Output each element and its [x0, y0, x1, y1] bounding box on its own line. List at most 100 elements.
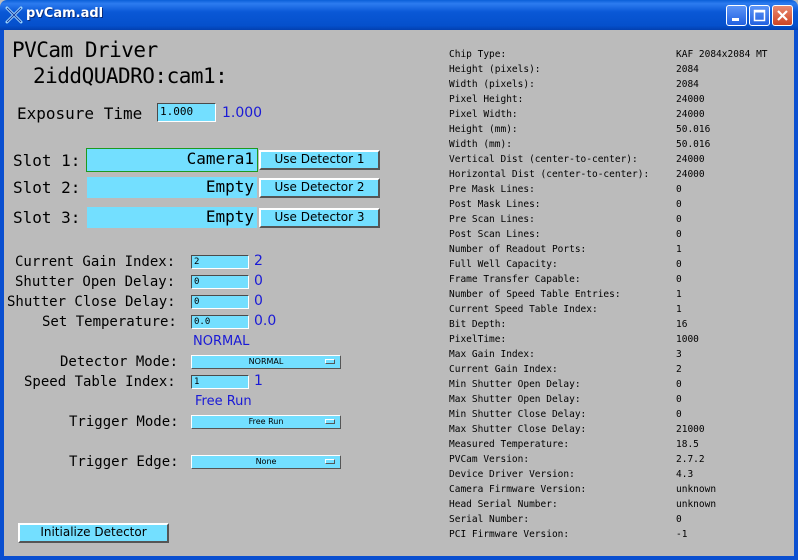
- info-row-label: Pre Mask Lines:: [449, 184, 535, 195]
- set-temperature-label: Set Temperature:: [42, 314, 177, 330]
- shutter-open-delay-label: Shutter Open Delay:: [15, 274, 176, 290]
- gain-index-input[interactable]: 2: [191, 255, 249, 269]
- info-row-label: Max Shutter Open Delay:: [449, 394, 581, 405]
- maximize-button[interactable]: [749, 5, 770, 26]
- info-row-label: Pixel Width:: [449, 109, 518, 120]
- initialize-detector-button[interactable]: Initialize Detector: [18, 523, 169, 543]
- maximize-icon: [753, 9, 766, 22]
- info-row-label: Full Well Capacity:: [449, 259, 558, 270]
- slot-3-label: Slot 3:: [13, 208, 81, 227]
- info-row-label: Number of Speed Table Entries:: [449, 289, 621, 300]
- info-row-label: Height (mm):: [449, 124, 518, 135]
- use-detector-2-button[interactable]: Use Detector 2: [259, 178, 380, 198]
- gain-index-readback: 2: [254, 253, 263, 269]
- info-row-value: 0: [676, 229, 682, 240]
- info-row-label: Serial Number:: [449, 514, 530, 525]
- trigger-edge-label: Trigger Edge:: [69, 454, 179, 470]
- info-row-label: Max Gain Index:: [449, 349, 535, 360]
- shutter-open-delay-readback: 0: [254, 273, 263, 289]
- x-app-icon: [5, 6, 23, 24]
- detector-mode-menu[interactable]: NORMAL: [191, 355, 341, 369]
- info-row-label: Horizontal Dist (center-to-center):: [449, 169, 650, 180]
- use-detector-3-button[interactable]: Use Detector 3: [259, 208, 380, 228]
- trigger-mode-label: Trigger Mode:: [69, 414, 179, 430]
- info-row-value: 0: [676, 409, 682, 420]
- detector-mode-label: Detector Mode:: [60, 354, 179, 370]
- info-row-label: PCI Firmware Version:: [449, 529, 570, 540]
- menu-indicator-icon: [325, 359, 335, 364]
- minimize-button[interactable]: [726, 5, 747, 26]
- menu-indicator-icon: [325, 459, 335, 464]
- info-row-label: Head Serial Number:: [449, 499, 558, 510]
- minimize-icon: [732, 18, 739, 21]
- shutter-close-delay-input[interactable]: 0: [191, 295, 249, 309]
- info-row-value: 1: [676, 289, 682, 300]
- info-row-value: 0: [676, 379, 682, 390]
- info-row-value: 2: [676, 364, 682, 375]
- speed-table-index-input[interactable]: 1: [191, 375, 249, 389]
- info-row-label: Width (mm):: [449, 139, 512, 150]
- shutter-open-delay-input[interactable]: 0: [191, 275, 249, 289]
- info-row-value: unknown: [676, 484, 717, 495]
- slot-2-value: Empty: [87, 177, 257, 198]
- window-frame-bottom: [0, 556, 798, 560]
- info-row-value: 0: [676, 394, 682, 405]
- pv-prefix-title: 2iddQUADRO:cam1:: [33, 64, 228, 88]
- info-row-label: Measured Temperature:: [449, 439, 570, 450]
- info-row-value: 2.7.2: [676, 454, 705, 465]
- info-row-value: 1: [676, 304, 682, 315]
- trigger-mode-readback: Free Run: [195, 394, 252, 409]
- info-row-label: Height (pixels):: [449, 64, 541, 75]
- info-row-value: 0: [676, 199, 682, 210]
- info-row-label: Width (pixels):: [449, 79, 535, 90]
- trigger-mode-menu[interactable]: Free Run: [191, 415, 341, 429]
- info-row-label: Number of Readout Ports:: [449, 244, 587, 255]
- info-row-label: Vertical Dist (center-to-center):: [449, 154, 638, 165]
- shutter-close-delay-readback: 0: [254, 293, 263, 309]
- info-row-value: 24000: [676, 94, 705, 105]
- slot-1-label: Slot 1:: [13, 151, 81, 170]
- info-row-label: Min Shutter Open Delay:: [449, 379, 581, 390]
- exposure-time-input[interactable]: 1.000: [157, 103, 216, 122]
- set-temperature-readback: 0.0: [254, 313, 277, 329]
- close-button[interactable]: [772, 5, 793, 26]
- info-row-label: Frame Transfer Capable:: [449, 274, 581, 285]
- info-row-value: KAF 2084x2084 MT: [676, 49, 768, 60]
- close-icon: [777, 10, 788, 21]
- gain-index-label: Current Gain Index:: [15, 254, 176, 270]
- info-row-value: 24000: [676, 154, 705, 165]
- info-row-value: 50.016: [676, 124, 711, 135]
- info-row-label: Pixel Height:: [449, 94, 524, 105]
- info-row-value: 24000: [676, 109, 705, 120]
- trigger-edge-menu[interactable]: None: [191, 455, 341, 469]
- menu-indicator-icon: [325, 419, 335, 424]
- detector-mode-readback: NORMAL: [193, 334, 250, 349]
- window-title: pvCam.adl: [26, 6, 104, 21]
- info-row-value: 0: [676, 259, 682, 270]
- info-row-label: Min Shutter Close Delay:: [449, 409, 587, 420]
- info-row-value: 0: [676, 514, 682, 525]
- info-row-label: PVCam Version:: [449, 454, 530, 465]
- title-bar[interactable]: pvCam.adl: [0, 0, 798, 30]
- detector-mode-menu-value: NORMAL: [248, 357, 284, 366]
- use-detector-1-button[interactable]: Use Detector 1: [259, 150, 380, 170]
- speed-table-index-readback: 1: [254, 373, 263, 389]
- info-row-label: PixelTime:: [449, 334, 507, 345]
- info-row-label: Pre Scan Lines:: [449, 214, 535, 225]
- info-row-label: Max Shutter Close Delay:: [449, 424, 587, 435]
- driver-title: PVCam Driver: [12, 38, 158, 62]
- info-row-value: 0: [676, 274, 682, 285]
- info-row-label: Chip Type:: [449, 49, 507, 60]
- info-row-label: Current Gain Index:: [449, 364, 558, 375]
- info-row-label: Device Driver Version:: [449, 469, 575, 480]
- info-row-value: 0: [676, 214, 682, 225]
- info-row-value: 2084: [676, 64, 699, 75]
- info-row-value: 1: [676, 244, 682, 255]
- info-row-label: Current Speed Table Index:: [449, 304, 598, 315]
- set-temperature-input[interactable]: 0.0: [191, 315, 249, 329]
- slot-1-value: Camera1: [86, 148, 258, 172]
- info-row-value: 21000: [676, 424, 705, 435]
- info-row-label: Bit Depth:: [449, 319, 507, 330]
- window-frame-right: [794, 30, 798, 560]
- shutter-close-delay-label: Shutter Close Delay:: [7, 294, 176, 310]
